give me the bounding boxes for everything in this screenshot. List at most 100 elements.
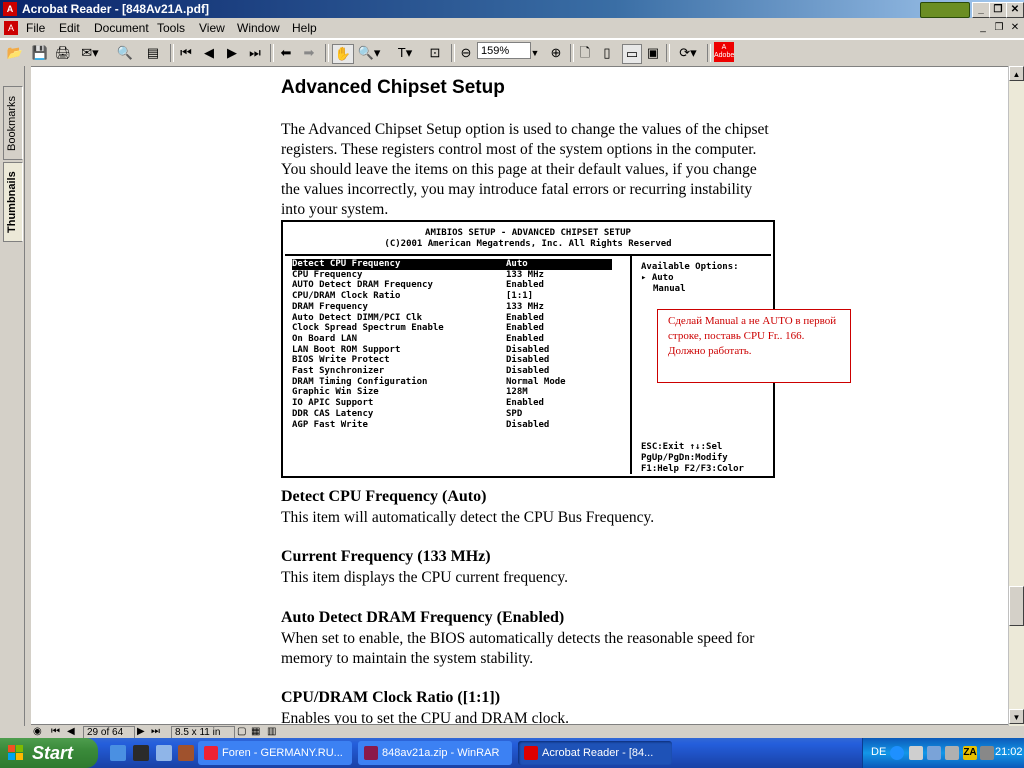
start-button[interactable]: Start xyxy=(0,738,98,768)
adobe-logo-icon[interactable]: A Adobe xyxy=(714,42,734,62)
tray-arrow-icon[interactable] xyxy=(890,746,904,760)
facing-pages-icon[interactable]: ▥ xyxy=(267,726,276,738)
volume-icon[interactable] xyxy=(945,746,959,760)
email-icon[interactable]: ✉▾ xyxy=(78,44,102,62)
bios-row: DRAM Frequency 133 MHz xyxy=(292,301,544,312)
intro-paragraph: The Advanced Chipset Setup option is use… xyxy=(281,121,769,218)
bios-row: On Board LAN Enabled xyxy=(292,333,544,344)
bios-key-help: ESC:Exit ↑↓:Sel xyxy=(641,442,723,452)
continuous-icon[interactable]: ▦ xyxy=(251,726,260,738)
za-icon[interactable]: ZA xyxy=(963,746,977,760)
open-icon[interactable]: 📂 xyxy=(6,44,24,62)
clock[interactable]: 21:02 xyxy=(995,746,1023,758)
menu-tools[interactable]: Tools xyxy=(157,21,185,35)
navigation-pane: Bookmarks Thumbnails xyxy=(0,66,24,726)
language-indicator[interactable]: DE xyxy=(871,746,886,758)
taskbar: Start Foren - GERMANY.RU... 848av21a.zip… xyxy=(0,738,1024,768)
bios-header: AMIBIOS SETUP - ADVANCED CHIPSET SETUP (… xyxy=(285,224,771,256)
document-icon[interactable]: A xyxy=(4,21,18,35)
pane-toggle-icon[interactable]: ◉ xyxy=(33,726,42,738)
pane-splitter[interactable] xyxy=(24,66,31,726)
menu-document[interactable]: Document xyxy=(94,21,149,35)
menu-view[interactable]: View xyxy=(199,21,225,35)
doc-close-button[interactable]: ✕ xyxy=(1008,21,1022,34)
toolbar-separator xyxy=(666,44,670,62)
last-page-icon[interactable]: ⏭ xyxy=(247,44,263,62)
title-bar[interactable]: A Acrobat Reader - [848Av21A.pdf] _ ❐ ✕ xyxy=(0,0,1024,18)
task-button-acrobat[interactable]: Acrobat Reader - [84... xyxy=(518,741,672,765)
document-view[interactable]: Advanced Chipset Setup The Advanced Chip… xyxy=(31,66,1008,725)
first-page-icon[interactable]: ⏮ xyxy=(178,44,194,62)
scroll-down-icon[interactable]: ▼ xyxy=(1009,709,1024,724)
close-button[interactable]: ✕ xyxy=(1006,2,1024,18)
zoom-input[interactable]: 159% xyxy=(477,42,531,59)
section-heading: Auto Detect DRAM Frequency (Enabled) xyxy=(281,609,565,626)
document-status-bar: ◉ ⏮ ◀ 29 of 64 ▶ ⏭ 8.5 x 11 in ▢ ▦ ▥ xyxy=(31,724,1008,740)
menu-help[interactable]: Help xyxy=(292,21,317,35)
minimize-button[interactable]: _ xyxy=(972,2,990,18)
section-text: This item will automatically detect the … xyxy=(281,509,655,526)
actual-size-icon[interactable]: 🗋 xyxy=(577,44,593,62)
previous-page-icon[interactable]: ◀ xyxy=(201,44,217,62)
menu-window[interactable]: Window xyxy=(237,21,280,35)
task-button-foren[interactable]: Foren - GERMANY.RU... xyxy=(198,741,352,765)
zoom-out-icon[interactable]: ⊖ xyxy=(458,44,474,62)
rotate-view-icon[interactable]: ⟳▾ xyxy=(674,44,702,62)
scroll-up-icon[interactable]: ▲ xyxy=(1009,66,1024,81)
media-player-icon[interactable] xyxy=(133,745,149,761)
fit-page-icon[interactable]: ▯ xyxy=(599,44,615,62)
network-icon[interactable] xyxy=(927,746,941,760)
tray-app-icon[interactable] xyxy=(980,746,994,760)
doc-restore-button[interactable]: ❐ xyxy=(992,21,1006,34)
doc-minimize-button[interactable]: _ xyxy=(976,21,990,34)
fit-width-icon[interactable]: ▭ xyxy=(622,44,642,64)
single-page-icon[interactable]: ▢ xyxy=(237,726,246,738)
bios-row: CPU/DRAM Clock Ratio [1:1] xyxy=(292,291,534,302)
first-page-icon[interactable]: ⏮ xyxy=(51,726,60,738)
option-item: ▸ Auto xyxy=(641,273,674,283)
text-select-tool-icon[interactable]: T▾ xyxy=(392,44,418,62)
snapshot-tool-icon[interactable]: ⊡ xyxy=(426,44,444,62)
section-heading: Current Frequency (133 MHz) xyxy=(281,548,491,565)
comment-annotation[interactable]: Сделай Manual а не AUTO в первой строке,… xyxy=(657,309,851,383)
section-text: This item displays the CPU current frequ… xyxy=(281,569,568,586)
quick-launch-icon[interactable] xyxy=(178,745,194,761)
bios-row: Graphic Win Size 128M xyxy=(292,387,528,398)
keyboard-icon[interactable] xyxy=(909,746,923,760)
go-back-icon[interactable]: ⬅ xyxy=(278,44,294,62)
search-icon[interactable]: 🔍 xyxy=(116,44,134,62)
bios-settings-list: Detect CPU Frequency Auto CPU Frequency 13… xyxy=(285,256,632,474)
fit-visible-icon[interactable]: ▣ xyxy=(645,44,661,62)
task-button-winrar[interactable]: 848av21a.zip - WinRAR xyxy=(358,741,512,765)
go-forward-icon[interactable]: ➡ xyxy=(301,44,317,62)
last-page-icon[interactable]: ⏭ xyxy=(151,726,160,738)
tab-thumbnails[interactable]: Thumbnails xyxy=(3,162,23,242)
scroll-thumb[interactable] xyxy=(1009,586,1024,626)
zoom-in-icon[interactable]: ⊕ xyxy=(548,44,564,62)
menu-file[interactable]: File xyxy=(26,21,45,35)
print-icon[interactable]: 🖨 xyxy=(54,44,72,62)
bios-row: Auto Detect DIMM/PCI Clk Enabled xyxy=(292,312,544,323)
toolbar-separator xyxy=(270,44,274,62)
bios-key-help: F1:Help F2/F3:Color xyxy=(641,464,744,474)
hand-tool-icon[interactable]: ✋ xyxy=(332,44,354,64)
toolbar-separator xyxy=(570,44,574,62)
section-text: Enables you to set the CPU and DRAM cloc… xyxy=(281,710,570,725)
vertical-scrollbar[interactable]: ▲ ▼ xyxy=(1008,66,1024,726)
acrobat-app-icon[interactable]: A xyxy=(3,2,17,16)
bios-row: AGP Fast Write Disabled xyxy=(292,419,550,430)
section-text: When set to enable, the BIOS automatical… xyxy=(281,630,755,667)
save-icon[interactable]: 💾 xyxy=(31,44,49,62)
toolbar-separator xyxy=(170,44,174,62)
maximize-button[interactable]: ❐ xyxy=(989,2,1007,18)
tab-bookmarks[interactable]: Bookmarks xyxy=(3,86,23,160)
show-desktop-icon[interactable] xyxy=(156,745,172,761)
previous-page-icon[interactable]: ◀ xyxy=(67,726,75,738)
menu-edit[interactable]: Edit xyxy=(59,21,80,35)
bios-row: Detect CPU Frequency Auto xyxy=(292,259,622,270)
next-page-icon[interactable]: ▶ xyxy=(224,44,240,62)
internet-explorer-icon[interactable] xyxy=(110,745,126,761)
zoom-tool-icon[interactable]: 🔍▾ xyxy=(356,44,382,62)
show-hide-navigation-icon[interactable]: ▤ xyxy=(144,44,162,62)
next-page-icon[interactable]: ▶ xyxy=(137,726,145,738)
